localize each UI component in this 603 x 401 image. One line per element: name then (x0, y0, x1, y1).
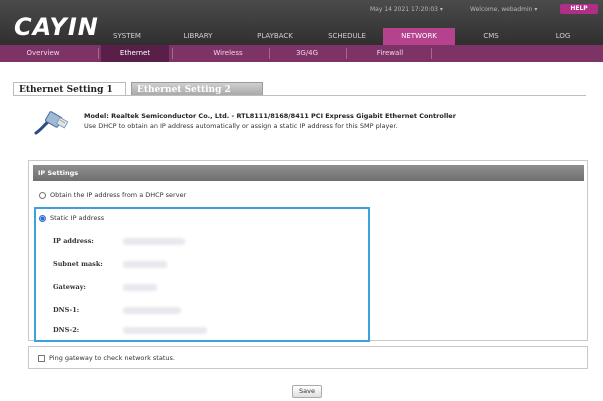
subnav-3g4g[interactable]: 3G/4G (277, 45, 337, 62)
tab-cms[interactable]: CMS (466, 28, 516, 45)
ping-gateway-checkbox[interactable] (38, 355, 45, 362)
model-info: Model: Realtek Semiconductor Co., Ltd. -… (34, 108, 594, 144)
section-divider (13, 95, 586, 96)
subnav-divider (431, 48, 432, 59)
tab-schedule[interactable]: SCHEDULE (316, 28, 378, 45)
save-button[interactable]: Save (292, 385, 322, 398)
static-ip-option-label: Static IP address (50, 214, 105, 222)
top-bar: CAYIN May 14 2021 17:20:03 ▾ Welcome, we… (0, 0, 603, 45)
subnav-divider (346, 48, 347, 59)
model-title: Model: Realtek Semiconductor Co., Ltd. -… (84, 112, 456, 120)
subnav-overview[interactable]: Overview (14, 45, 72, 62)
tab-playback[interactable]: PLAYBACK (244, 28, 306, 45)
cayin-logo: CAYIN (14, 13, 99, 41)
ip-address-label: IP address: (53, 237, 94, 245)
tab-ethernet-setting-1[interactable]: Ethernet Setting 1 (13, 82, 126, 96)
tab-system[interactable]: SYSTEM (100, 28, 154, 45)
subnav-ethernet[interactable]: Ethernet (101, 45, 169, 62)
dhcp-option-label: Obtain the IP address from a DHCP server (50, 191, 187, 199)
main-tabs: SYSTEM LIBRARY PLAYBACK SCHEDULE NETWORK… (100, 28, 603, 45)
ethernet-cable-icon (34, 111, 69, 135)
static-ip-option[interactable]: Static IP address (39, 213, 104, 223)
help-button[interactable]: HELP (560, 4, 598, 14)
datetime-dropdown[interactable]: May 14 2021 17:20:03 ▾ (370, 6, 443, 13)
subnet-mask-label: Subnet mask: (53, 260, 103, 268)
user-menu[interactable]: Welcome, webadmin ▾ (470, 6, 537, 13)
ping-gateway-panel: Ping gateway to check network status. (28, 346, 588, 369)
gateway-value[interactable] (123, 284, 157, 291)
subnet-mask-row: Subnet mask: (53, 260, 167, 270)
tab-log[interactable]: LOG (538, 28, 588, 45)
subnav-wireless[interactable]: Wireless (190, 45, 266, 62)
dhcp-option[interactable]: Obtain the IP address from a DHCP server (39, 190, 186, 200)
tab-library[interactable]: LIBRARY (170, 28, 226, 45)
dns-2-value[interactable] (123, 327, 207, 334)
dhcp-radio[interactable] (39, 191, 46, 199)
gateway-label: Gateway: (53, 283, 86, 291)
ip-settings-panel: IP Settings Obtain the IP address from a… (28, 160, 588, 342)
tab-network[interactable]: NETWORK (383, 28, 455, 45)
subnav-divider (98, 48, 99, 59)
ping-gateway-label: Ping gateway to check network status. (49, 354, 175, 362)
dns-1-label: DNS-1: (53, 306, 80, 314)
gateway-row: Gateway: (53, 283, 157, 293)
static-ip-radio[interactable] (39, 214, 46, 222)
dns-2-label: DNS-2: (53, 326, 80, 334)
subnav-divider (172, 48, 173, 59)
static-ip-group: Static IP address IP address: Subnet mas… (34, 207, 370, 342)
dns-1-row: DNS-1: (53, 306, 181, 316)
subnav-firewall[interactable]: Firewall (360, 45, 420, 62)
model-description: Use DHCP to obtain an IP address automat… (84, 122, 398, 130)
tab-ethernet-setting-2[interactable]: Ethernet Setting 2 (131, 82, 263, 96)
subnet-mask-value[interactable] (123, 261, 167, 268)
ip-address-value[interactable] (123, 238, 185, 245)
subnav-divider (269, 48, 270, 59)
dns-2-row: DNS-2: (53, 326, 207, 336)
network-subnav: Overview Ethernet Wireless 3G/4G Firewal… (0, 45, 603, 62)
ip-address-row: IP address: (53, 237, 185, 247)
dns-1-value[interactable] (123, 307, 181, 314)
ip-settings-header: IP Settings (33, 165, 584, 181)
